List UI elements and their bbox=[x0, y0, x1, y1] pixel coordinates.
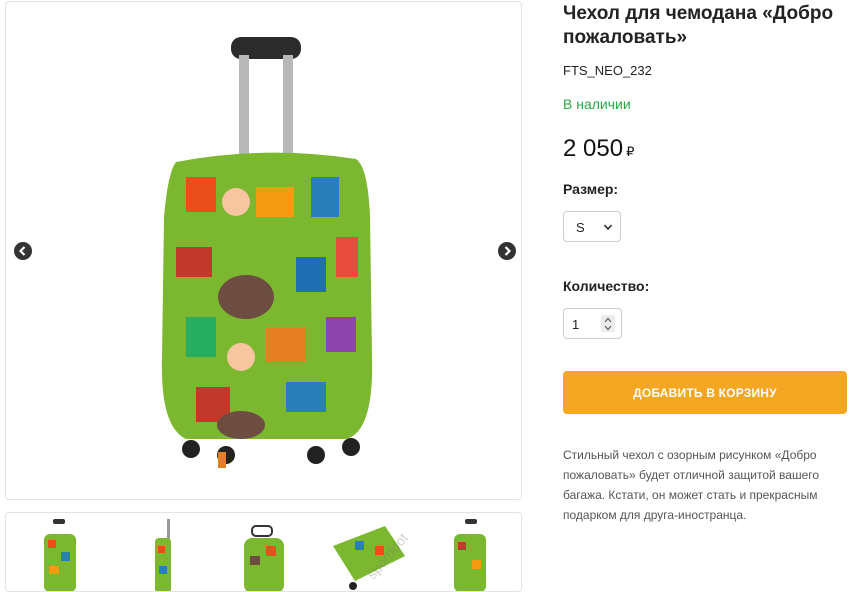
thumbnail-side[interactable] bbox=[119, 516, 204, 591]
price-value: 2 050 bbox=[563, 135, 624, 162]
quantity-label: Количество: bbox=[563, 278, 650, 294]
thumbnail-top[interactable] bbox=[222, 516, 307, 591]
quantity-value: 1 bbox=[572, 317, 580, 332]
product-sku: FTS_NEO_232 bbox=[563, 63, 652, 78]
thumbnail-back[interactable] bbox=[428, 516, 513, 591]
size-label: Размер: bbox=[563, 181, 619, 197]
currency-symbol: ₽ bbox=[626, 144, 635, 159]
quantity-spinner[interactable] bbox=[601, 315, 615, 332]
thumbnail-strip bbox=[5, 512, 522, 592]
thumbnail-angled[interactable] bbox=[325, 516, 410, 591]
chevron-right-icon bbox=[504, 246, 512, 256]
gallery-next-button[interactable] bbox=[498, 242, 516, 260]
product-price: 2 050 ₽ bbox=[563, 135, 634, 163]
quantity-stepper[interactable]: 1 bbox=[563, 308, 622, 339]
product-gallery bbox=[5, 1, 522, 500]
gallery-prev-button[interactable] bbox=[14, 242, 32, 260]
availability-status: В наличии bbox=[563, 96, 631, 112]
chevron-up-icon[interactable] bbox=[604, 317, 612, 323]
chevron-down-icon[interactable] bbox=[604, 325, 612, 331]
product-title: Чехол для чемодана «Добро пожаловать» bbox=[563, 3, 834, 48]
size-selected-value: S bbox=[576, 220, 585, 235]
thumbnail-front[interactable] bbox=[16, 516, 101, 591]
product-main-image[interactable] bbox=[146, 27, 386, 477]
size-select[interactable]: S bbox=[563, 211, 621, 242]
product-description: Стильный чехол с озорным рисунком «Добро… bbox=[563, 448, 820, 522]
chevron-left-icon bbox=[18, 246, 26, 256]
chevron-down-icon bbox=[603, 224, 613, 231]
add-to-cart-button[interactable]: Добавить в корзину bbox=[563, 371, 847, 414]
